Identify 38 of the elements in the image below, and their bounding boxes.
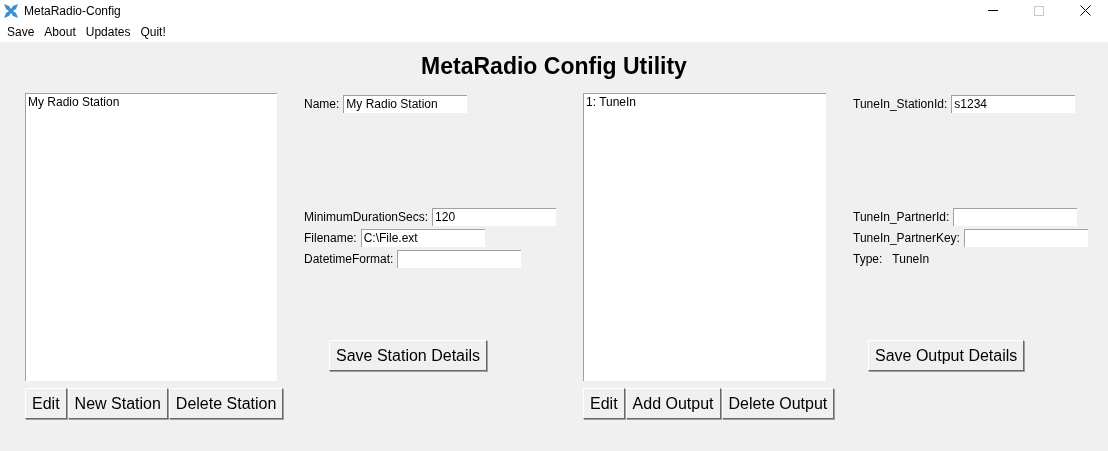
output-list[interactable]: 1: TuneIn <box>583 93 826 381</box>
station-list[interactable]: My Radio Station <box>25 93 277 381</box>
input-field[interactable] <box>963 228 1088 247</box>
output-button[interactable]: Add Output <box>625 388 721 419</box>
menu-item[interactable]: Save <box>2 24 40 39</box>
field-label: TuneIn_StationId: <box>853 96 948 111</box>
output-button[interactable]: Delete Output <box>721 388 835 419</box>
field-label: MinimumDurationSecs: <box>304 209 429 224</box>
type-label: Type: <box>853 251 883 266</box>
save-station-button[interactable]: Save Station Details <box>329 340 488 371</box>
menu-item[interactable]: Quit! <box>135 24 171 39</box>
field-label: TuneIn_PartnerId: <box>853 209 950 224</box>
input-field[interactable]: C:\File.ext <box>360 228 485 247</box>
field-label: Filename: <box>304 230 357 245</box>
menu-item[interactable]: About <box>39 24 81 39</box>
station-button[interactable]: Delete Station <box>168 388 284 419</box>
station-button[interactable]: New Station <box>67 388 168 419</box>
app-logo-icon <box>4 3 18 18</box>
field-label: Name: <box>304 96 340 111</box>
field-label: TuneIn_PartnerKey: <box>853 230 960 245</box>
input-field[interactable]: s1234 <box>951 94 1076 113</box>
list-item[interactable]: 1: TuneIn <box>585 95 825 110</box>
maximize-icon <box>1034 5 1044 16</box>
page-heading: MetaRadio Config Utility <box>421 52 687 80</box>
save-output-button[interactable]: Save Output Details <box>868 340 1025 371</box>
input-field[interactable]: 120 <box>432 207 557 226</box>
close-icon <box>1079 5 1091 16</box>
menu-item[interactable]: Updates <box>80 24 136 39</box>
input-field[interactable]: My Radio Station <box>343 94 468 113</box>
window-title: MetaRadio-Config <box>24 3 122 18</box>
type-value: TuneIn <box>892 251 930 266</box>
field-label: DatetimeFormat: <box>304 251 394 266</box>
input-field[interactable] <box>397 249 522 268</box>
minimize-icon <box>988 10 998 11</box>
station-button[interactable]: Edit <box>25 388 67 419</box>
input-field[interactable] <box>953 207 1078 226</box>
output-button[interactable]: Edit <box>583 388 625 419</box>
list-item[interactable]: My Radio Station <box>27 95 276 110</box>
